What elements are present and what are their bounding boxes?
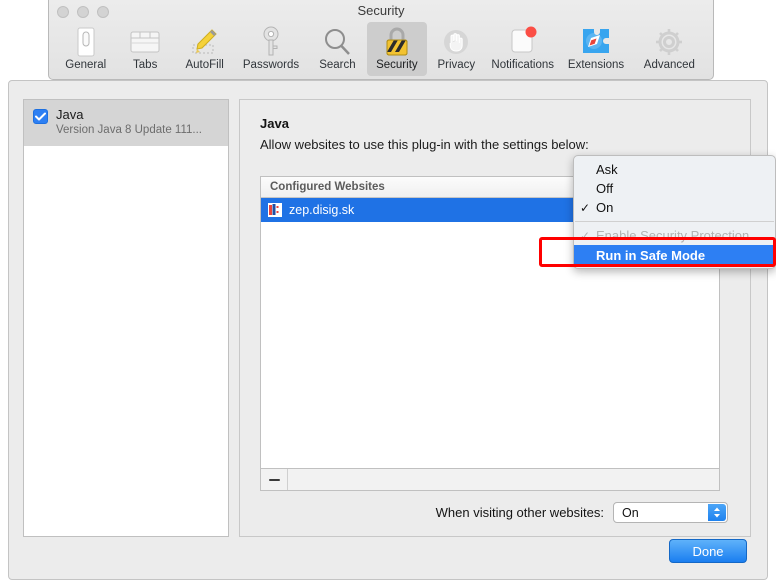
window-title: Security (357, 3, 405, 18)
plugin-enabled-checkbox[interactable] (33, 109, 48, 124)
advanced-gear-icon (633, 25, 706, 59)
plugin-version: Version Java 8 Update 111... (56, 124, 202, 136)
tab-search-label: Search (319, 59, 356, 71)
tab-general[interactable]: General (56, 22, 115, 76)
menu-item-on[interactable]: ✓ On (574, 198, 775, 217)
tab-search[interactable]: Search (308, 22, 367, 76)
tab-notifications-label: Notifications (491, 59, 555, 71)
chevron-updown-icon (708, 504, 726, 521)
detail-subtitle: Allow websites to use this plug-in with … (260, 137, 589, 152)
annotation-highlight-box (539, 237, 776, 267)
tab-passwords-label: Passwords (242, 59, 300, 71)
other-websites-popup-button[interactable]: On (613, 502, 728, 523)
security-lock-icon (367, 25, 426, 59)
tab-advanced-label: Advanced (643, 59, 695, 71)
menu-item-off[interactable]: Off (574, 179, 775, 198)
menu-separator (575, 221, 774, 222)
tab-general-label: General (65, 59, 107, 71)
tab-privacy-label: Privacy (437, 59, 476, 71)
extensions-icon (559, 25, 632, 59)
titlebar: Security (49, 0, 713, 22)
menu-item-ask-label: Ask (596, 162, 618, 177)
search-icon (308, 25, 367, 59)
tab-extensions-label: Extensions (567, 59, 625, 71)
tab-advanced[interactable]: Advanced (633, 22, 706, 76)
minus-icon (268, 478, 280, 481)
plugin-list[interactable]: Java Version Java 8 Update 111... (23, 99, 229, 537)
other-websites-value: On (622, 505, 639, 520)
other-websites-label: When visiting other websites: (435, 505, 604, 520)
tab-security[interactable]: Security (367, 22, 427, 76)
autofill-icon (175, 25, 234, 59)
tab-security-label: Security (376, 59, 418, 71)
remove-website-button[interactable] (261, 469, 288, 490)
tab-extensions[interactable]: Extensions (559, 22, 632, 76)
tab-passwords[interactable]: Passwords (234, 22, 307, 76)
site-name: zep.disig.sk (289, 203, 355, 217)
preferences-toolbar: General Tabs AutoFill Passwords Search S… (49, 22, 713, 76)
menu-item-ask[interactable]: Ask (574, 160, 775, 179)
plugin-name: Java (56, 107, 84, 122)
done-button[interactable]: Done (669, 539, 747, 563)
privacy-hand-icon (427, 25, 486, 59)
tab-privacy[interactable]: Privacy (427, 22, 486, 76)
menu-item-on-label: On (596, 200, 614, 215)
general-icon (56, 25, 115, 59)
page-title: Java (260, 116, 289, 131)
tabs-icon (115, 25, 174, 59)
tab-tabs[interactable]: Tabs (115, 22, 174, 76)
passwords-key-icon (234, 25, 307, 59)
other-websites-setting: When visiting other websites: On (436, 502, 728, 523)
toolbar-window: Security General Tabs AutoFill Passwords… (48, 0, 714, 80)
notifications-icon (486, 25, 559, 59)
tab-notifications[interactable]: Notifications (486, 22, 559, 76)
check-icon: ✓ (580, 200, 591, 215)
list-footer-bar (260, 469, 720, 491)
tab-autofill-label: AutoFill (185, 59, 224, 71)
tab-autofill[interactable]: AutoFill (175, 22, 234, 76)
menu-item-off-label: Off (596, 181, 614, 196)
preferences-window-root: Security General Tabs AutoFill Passwords… (0, 0, 776, 580)
disig-favicon (268, 203, 282, 217)
list-item[interactable]: Java Version Java 8 Update 111... (24, 100, 228, 146)
tab-tabs-label: Tabs (133, 59, 158, 71)
